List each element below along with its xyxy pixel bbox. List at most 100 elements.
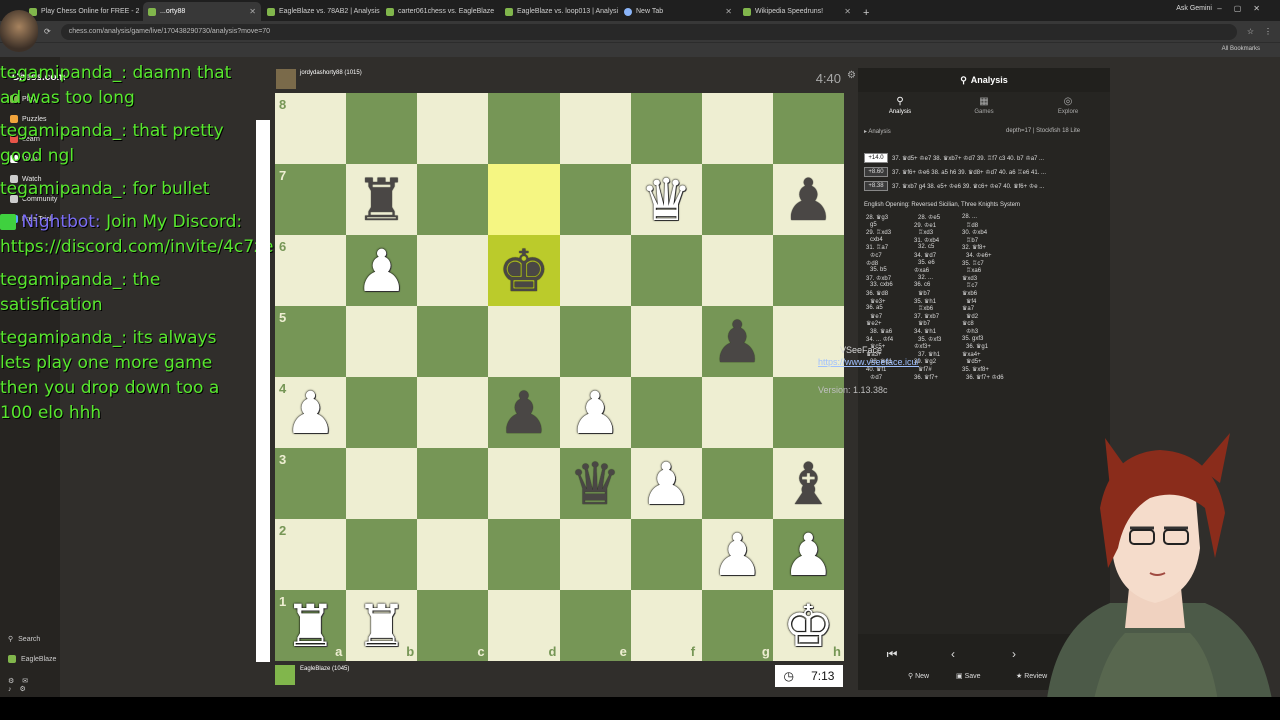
black-queen-piece[interactable]: ♛ bbox=[560, 448, 631, 519]
move-entry[interactable]: 33. cxb6 bbox=[870, 282, 893, 288]
white-pawn-piece[interactable]: ♟ bbox=[275, 377, 346, 448]
white-pawn-piece[interactable]: ♟ bbox=[773, 519, 844, 590]
move-entry[interactable]: ♛f4 bbox=[966, 298, 976, 305]
square-b5[interactable] bbox=[346, 306, 418, 377]
square-c8[interactable] bbox=[417, 93, 489, 164]
move-entry[interactable]: 36. ♛g1 bbox=[966, 343, 988, 350]
square-e2[interactable] bbox=[559, 519, 631, 590]
move-entry[interactable]: ♛d2 bbox=[966, 313, 978, 320]
move-entry[interactable]: ♖d8 bbox=[966, 222, 978, 229]
move-entry[interactable]: 32. ♛f8+ bbox=[962, 244, 986, 251]
move-entry[interactable]: ♛c8 bbox=[962, 320, 974, 327]
square-d7[interactable] bbox=[488, 164, 560, 235]
square-c2[interactable] bbox=[417, 519, 489, 590]
square-f8[interactable] bbox=[630, 93, 702, 164]
white-pawn-piece[interactable]: ♟ bbox=[631, 448, 702, 519]
prev-move-button[interactable]: ‹ bbox=[923, 642, 983, 666]
board-settings-gear-icon[interactable]: ⚙ bbox=[847, 70, 856, 81]
move-entry[interactable]: cxb4 bbox=[870, 237, 883, 243]
close-tab-icon[interactable]: ✕ bbox=[844, 7, 851, 16]
square-d3[interactable] bbox=[488, 448, 560, 519]
square-e5[interactable] bbox=[559, 306, 631, 377]
move-entry[interactable]: ♛e3+ bbox=[870, 298, 886, 305]
url-input[interactable]: chess.com/analysis/game/live/17043829073… bbox=[60, 23, 1237, 40]
close-tab-icon[interactable]: ✕ bbox=[498, 7, 499, 16]
white-queen-piece[interactable]: ♛ bbox=[631, 164, 702, 235]
move-entry[interactable]: 35. gxf3 bbox=[962, 336, 983, 342]
browser-tab[interactable]: EagleBlaze vs. 78AB2 | Analysis✕ bbox=[262, 2, 380, 21]
move-entry[interactable]: ♛b7 bbox=[918, 320, 930, 327]
move-entry[interactable]: ♛e2+ bbox=[866, 320, 882, 327]
square-g6[interactable] bbox=[701, 235, 773, 306]
move-entry[interactable]: ♔d7 bbox=[870, 374, 882, 381]
move-entry[interactable]: 34. ♛h1 bbox=[914, 328, 936, 335]
black-pawn-piece[interactable]: ♟ bbox=[773, 164, 844, 235]
square-b8[interactable] bbox=[346, 93, 418, 164]
square-c7[interactable] bbox=[417, 164, 489, 235]
black-pawn-piece[interactable]: ♟ bbox=[702, 306, 773, 377]
top-player-name[interactable]: jordydashorty88 (1015) bbox=[300, 70, 362, 76]
move-entry[interactable]: 28. ♛g3 bbox=[866, 214, 888, 221]
bottom-player-name[interactable]: EagleBlaze (1045) bbox=[300, 666, 349, 672]
white-rook-piece[interactable]: ♜ bbox=[346, 590, 417, 661]
square-h6[interactable] bbox=[772, 235, 844, 306]
white-pawn-piece[interactable]: ♟ bbox=[702, 519, 773, 590]
first-move-button[interactable]: ⏮ bbox=[862, 642, 922, 666]
black-pawn-piece[interactable]: ♟ bbox=[488, 377, 559, 448]
move-entry[interactable]: ♛d5+ bbox=[966, 358, 982, 365]
move-entry[interactable]: 34. ... ♔f4 bbox=[866, 336, 893, 343]
move-entry[interactable]: ♔c7 bbox=[870, 252, 882, 259]
move-entry[interactable]: 31. ♔xb4 bbox=[914, 237, 939, 244]
move-entry[interactable]: g5 bbox=[870, 222, 877, 228]
square-b3[interactable] bbox=[346, 448, 418, 519]
move-entry[interactable]: ♛xa4+ bbox=[962, 351, 981, 358]
move-entry[interactable]: 30. ♔xb4 bbox=[962, 229, 987, 236]
move-entry[interactable]: 36. ♛f7+ bbox=[914, 374, 938, 381]
move-entry[interactable]: 35. b5 bbox=[870, 267, 887, 273]
window-controls[interactable]: –▢✕ bbox=[1217, 4, 1272, 13]
chess-board[interactable]: 8 7 6 5 4 3 2 1 a b c d e f g h ♜ ♛ ♟ ♟ ♚ ♟ ♟ ♟ ♟ ♛ ♟ ♝ ♟ ♟ ♜ ♜ ♚ bbox=[275, 93, 844, 661]
white-rook-piece[interactable]: ♜ bbox=[275, 590, 346, 661]
move-entry[interactable]: 36. ♛d8 bbox=[866, 290, 888, 297]
square-e6[interactable] bbox=[559, 235, 631, 306]
white-pawn-piece[interactable]: ♟ bbox=[560, 377, 631, 448]
move-entry[interactable]: 29. ♔e1 bbox=[914, 222, 936, 229]
square-c5[interactable] bbox=[417, 306, 489, 377]
square-g7[interactable] bbox=[701, 164, 773, 235]
engine-line[interactable]: +8.60 37. ♛f6+ ♔e6 38. a5 h6 39. ♛d8+ ♔d7… bbox=[864, 166, 1104, 178]
move-entry[interactable]: ♛xd3 bbox=[962, 275, 977, 282]
move-entry[interactable]: ♖c7 bbox=[966, 282, 978, 289]
ask-gemini-button[interactable]: Ask Gemini bbox=[1176, 5, 1212, 12]
square-b4[interactable] bbox=[346, 377, 418, 448]
move-entry[interactable]: 37. ♛xb7 bbox=[914, 313, 939, 320]
move-entry[interactable]: ♛f7# bbox=[918, 366, 932, 373]
move-entry[interactable]: 37. ♛h1 bbox=[918, 351, 940, 358]
square-d8[interactable] bbox=[488, 93, 560, 164]
all-bookmarks[interactable]: All Bookmarks bbox=[1222, 46, 1260, 52]
move-entry[interactable]: ♖b7 bbox=[966, 237, 978, 244]
close-tab-icon[interactable]: ✕ bbox=[725, 7, 732, 16]
browser-tab[interactable]: carter061chess vs. EagleBlaze✕ bbox=[381, 2, 499, 21]
browser-tab[interactable]: Wikipedia Speedruns! ✕ bbox=[738, 2, 856, 21]
square-f5[interactable] bbox=[630, 306, 702, 377]
move-entry[interactable]: 28. ♔e5 bbox=[918, 214, 940, 221]
browser-tab[interactable]: Play Chess Online for FREE - 2✕ bbox=[24, 2, 142, 21]
move-entry[interactable]: 37. ♔xb7 bbox=[866, 275, 891, 282]
move-entry[interactable]: 34. ♔e6+ bbox=[966, 252, 992, 259]
nav-profile[interactable]: EagleBlaze bbox=[8, 655, 56, 663]
engine-line[interactable]: +8.38 37. ♛xb7 g4 38. e5+ ♔e6 39. ♛c6+ ♔e… bbox=[864, 180, 1104, 192]
square-b2[interactable] bbox=[346, 519, 418, 590]
star-icon[interactable]: ☆ bbox=[1247, 27, 1254, 36]
move-entry[interactable]: 35. ♛h1 bbox=[914, 298, 936, 305]
move-entry[interactable]: 31. ♖a7 bbox=[866, 244, 888, 251]
move-entry[interactable]: 29. ♖xd3 bbox=[866, 229, 891, 236]
square-c6[interactable] bbox=[417, 235, 489, 306]
tab-analysis[interactable]: ⚲ Analysis bbox=[858, 96, 942, 115]
square-g3[interactable] bbox=[701, 448, 773, 519]
move-entry[interactable]: 36. a5 bbox=[866, 305, 883, 311]
move-entry[interactable]: 36. c6 bbox=[914, 282, 930, 288]
square-f6[interactable] bbox=[630, 235, 702, 306]
move-entry[interactable]: 32. c5 bbox=[918, 244, 934, 250]
move-entry[interactable]: 36. ♛f7+ ♔d6 bbox=[966, 374, 1004, 381]
move-entry[interactable]: ♔xa6 bbox=[914, 267, 929, 274]
